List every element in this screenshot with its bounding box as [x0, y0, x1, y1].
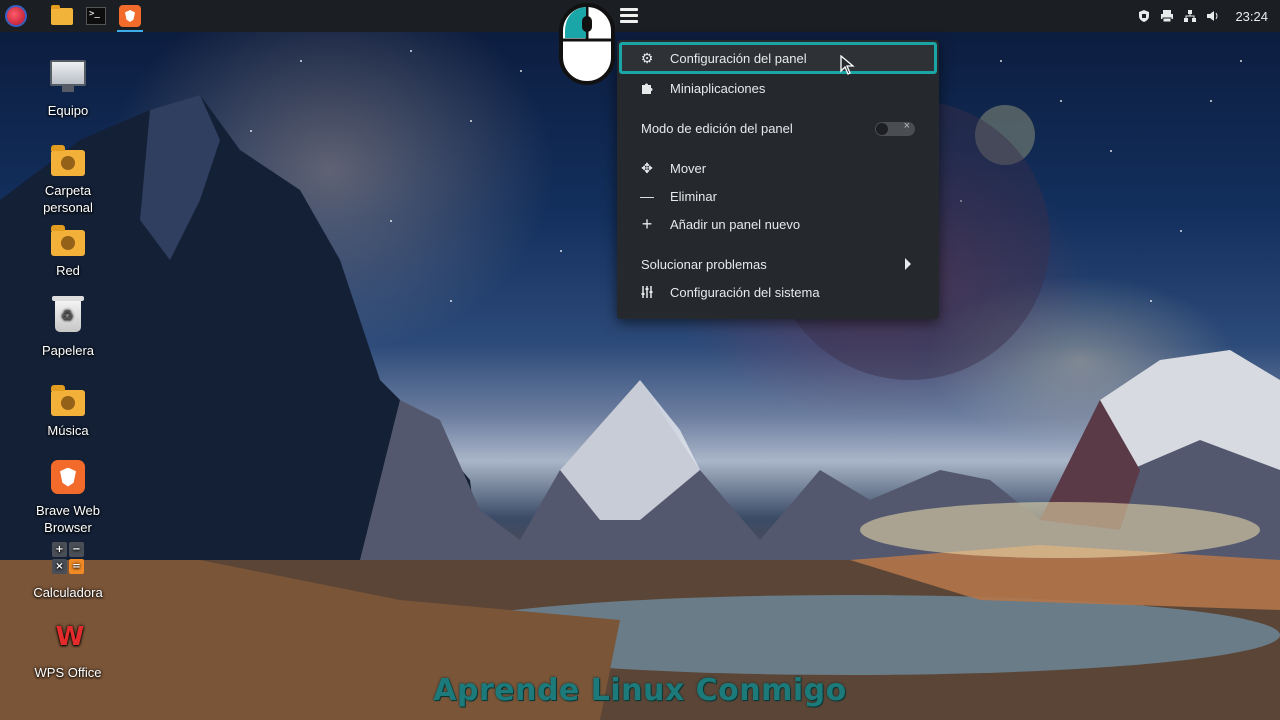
brave-icon [50, 460, 86, 496]
puzzle-icon [639, 80, 655, 96]
wps-office-icon: W [55, 622, 85, 652]
menu-separator [617, 102, 939, 114]
menu-item-label: Mover [670, 160, 707, 176]
mouse-click-indicator-icon [559, 3, 615, 85]
menu-item-label: Modo de edición del panel [641, 120, 793, 136]
panel-context-menu: ⚙ Configuración del panel Miniaplicacion… [617, 40, 939, 319]
desktop-icon-label: Brave Web Browser [35, 503, 101, 535]
menu-separator [617, 238, 939, 250]
gear-icon: ⚙ [640, 49, 654, 66]
menu-item-modo-edicion[interactable]: Modo de edición del panel [617, 114, 939, 142]
app-launcher-button[interactable] [0, 0, 32, 32]
clock[interactable]: 23:24 [1235, 9, 1268, 24]
mouse-cursor-icon [840, 55, 855, 75]
move-icon: ✥ [641, 159, 653, 176]
desktop-icon-label: Papelera [41, 343, 95, 358]
chevron-right-icon [905, 258, 911, 270]
computer-icon [50, 60, 86, 96]
desktop-icon-musica[interactable]: Música [23, 380, 113, 439]
menu-item-label: Configuración del panel [670, 50, 807, 66]
trash-icon [50, 296, 86, 336]
menu-item-configuracion-panel[interactable]: ⚙ Configuración del panel [619, 42, 937, 74]
music-folder-icon [50, 380, 86, 416]
desktop-icon-label: Carpeta personal [43, 183, 93, 215]
menu-separator [617, 142, 939, 154]
menu-item-label: Añadir un panel nuevo [670, 216, 801, 232]
network-icon[interactable] [1183, 9, 1197, 23]
sliders-icon [639, 284, 655, 300]
menu-item-label: Miniaplicaciones [670, 80, 766, 96]
folder-icon [51, 4, 73, 25]
printer-icon[interactable] [1160, 9, 1174, 23]
menu-item-configuracion-sistema[interactable]: Configuración del sistema [617, 278, 939, 306]
desktop-icon-carpeta-personal[interactable]: Carpeta personal [23, 140, 113, 216]
menu-item-label: Solucionar problemas [641, 256, 767, 272]
menu-item-solucionar-problemas[interactable]: Solucionar problemas [617, 250, 939, 278]
volume-icon[interactable] [1206, 9, 1220, 23]
menu-item-anadir-panel[interactable]: + Añadir un panel nuevo [617, 210, 939, 238]
shield-update-icon[interactable] [1137, 9, 1151, 23]
menu-item-miniaplicaciones[interactable]: Miniaplicaciones [617, 74, 939, 102]
desktop-icon-label: Equipo [47, 103, 89, 118]
brave-icon [119, 5, 141, 27]
terminal-icon: >_ [86, 7, 106, 25]
calculator-icon: + − × = [50, 542, 86, 578]
edit-mode-toggle[interactable] [875, 120, 915, 136]
system-tray: 23:24 [1137, 0, 1280, 32]
menu-item-label: Eliminar [670, 188, 717, 204]
panel-menu-icon[interactable] [620, 8, 638, 26]
top-panel: >_ 23:24 [0, 0, 1280, 32]
desktop-icon-brave[interactable]: Brave Web Browser [23, 460, 113, 536]
desktop-icon-label: Música [47, 423, 89, 438]
desktop-icon-papelera[interactable]: Papelera [23, 296, 113, 359]
desktop-icon-label: Red [56, 263, 80, 278]
watermark-text: Aprende Linux Conmigo [433, 673, 847, 708]
taskbar-brave-browser[interactable] [114, 0, 146, 32]
network-folder-icon [50, 220, 86, 256]
minus-icon: — [640, 188, 654, 204]
plus-icon: + [641, 213, 653, 234]
desktop-icon-label: Calculadora [33, 585, 103, 600]
taskbar-file-manager[interactable] [46, 0, 78, 32]
desktop-icon-calculadora[interactable]: + − × = Calculadora [23, 542, 113, 601]
home-folder-icon [50, 140, 86, 176]
desktop-icon-red[interactable]: Red [23, 220, 113, 279]
menu-item-eliminar[interactable]: — Eliminar [617, 182, 939, 210]
desktop-icon-equipo[interactable]: Equipo [23, 60, 113, 119]
menu-item-mover[interactable]: ✥ Mover [617, 154, 939, 182]
app-menu-icon [5, 5, 27, 27]
taskbar-terminal[interactable]: >_ [80, 0, 112, 32]
menu-item-label: Configuración del sistema [670, 284, 820, 300]
